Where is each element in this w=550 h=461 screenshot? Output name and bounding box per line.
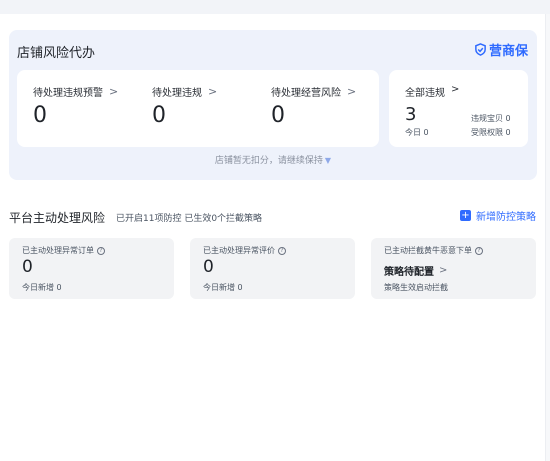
top-bar [0, 0, 550, 14]
store-risk-card: 店铺风险代办 营商保 待处理违规预警 > 0 待处理违规 > 0 待处理经营风险 > … [9, 30, 537, 180]
chevron-right-icon: > [439, 265, 448, 276]
risk-footer[interactable]: 店铺暂无扣分，请继续保持 ▼ [9, 153, 537, 166]
chevron-right-icon: > [109, 85, 119, 98]
stat-value: 0 [33, 103, 47, 128]
caret-down-icon: ▼ [324, 156, 332, 165]
help-icon[interactable]: ? [475, 246, 483, 255]
brand-name: 营商保 [488, 44, 528, 59]
pending-stats-panel: 待处理违规预警 > 0 待处理违规 > 0 待处理经营风险 > 0 [17, 70, 379, 147]
platform-risk-subtitle: 已开启11项防控 已生效0个拦截策略 [116, 214, 263, 224]
card-label: 已主动处理异常评价 [203, 246, 275, 255]
today-count: 今日 0 [405, 128, 429, 137]
stat-pending-violation[interactable]: 待处理违规 > 0 [152, 84, 217, 127]
stat-label: 待处理违规 [152, 88, 202, 99]
card-note: 策略生效启动拦截 [384, 283, 448, 292]
violation-items-count: 违规宝贝 0 [471, 114, 511, 123]
right-edge-panel [545, 14, 550, 461]
no-deduction-message: 店铺暂无扣分，请继续保持 [214, 156, 323, 166]
store-risk-title: 店铺风险代办 [17, 46, 96, 61]
stat-label: 待处理违规预警 [33, 88, 103, 99]
card-today: 今日新增 0 [22, 283, 62, 292]
all-violations-panel[interactable]: 全部违规 > 3 今日 0 违规宝贝 0 受限权限 0 [389, 70, 528, 147]
card-label: 已主动拦截黄牛恶意下单 [384, 246, 472, 255]
brand-logo[interactable]: 营商保 [474, 40, 528, 59]
abnormal-reviews-card[interactable]: 已主动处理异常评价? 0 今日新增 0 [190, 238, 355, 299]
card-value: 0 [22, 257, 33, 277]
stat-value: 0 [271, 103, 285, 128]
chevron-right-icon: > [451, 84, 460, 95]
all-violations-value: 3 [405, 104, 417, 125]
restricted-permissions-count: 受限权限 0 [471, 128, 511, 137]
stat-pending-violation-warning[interactable]: 待处理违规预警 > 0 [33, 84, 118, 127]
card-value: 0 [203, 257, 214, 277]
stat-value: 0 [152, 103, 166, 128]
plus-icon: + [460, 210, 471, 221]
help-icon[interactable]: ? [97, 246, 105, 255]
scalper-block-card[interactable]: 已主动拦截黄牛恶意下单? 策略待配置 > 策略生效启动拦截 [371, 238, 536, 299]
help-icon[interactable]: ? [278, 246, 286, 255]
add-strategy-button[interactable]: + 新增防控策略 [460, 208, 536, 223]
all-violations-label: 全部违规 [405, 88, 445, 99]
stat-label: 待处理经营风险 [271, 88, 341, 99]
platform-risk-title: 平台主动处理风险 [9, 211, 106, 225]
add-strategy-label: 新增防控策略 [476, 212, 536, 223]
card-label: 已主动处理异常订单 [22, 246, 94, 255]
configure-strategy-link[interactable]: 策略待配置 > [384, 263, 447, 278]
card-today: 今日新增 0 [203, 283, 243, 292]
strategy-status: 策略待配置 [384, 267, 434, 278]
abnormal-orders-card[interactable]: 已主动处理异常订单? 0 今日新增 0 [9, 238, 174, 299]
chevron-right-icon: > [208, 85, 218, 98]
chevron-right-icon: > [347, 85, 357, 98]
shield-check-icon [475, 43, 486, 56]
stat-pending-business-risk[interactable]: 待处理经营风险 > 0 [271, 84, 356, 127]
